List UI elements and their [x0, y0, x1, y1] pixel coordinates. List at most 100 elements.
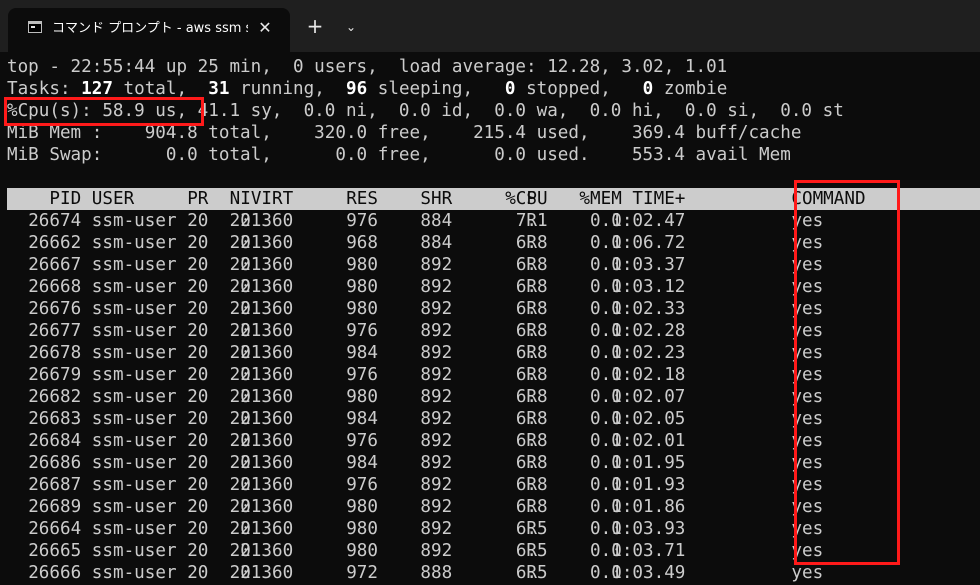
cell-pr: 20	[187, 277, 209, 297]
cell-shr: 892	[420, 475, 453, 495]
cell-cpu: 6.5	[515, 519, 548, 539]
table-row: 26689 ssm-user 20 0 221360 980 892 R 6.8 0.1 0:01.…	[7, 496, 980, 518]
cell-user: ssm-user	[91, 563, 177, 583]
cell-pid: 26667	[28, 255, 82, 275]
mem-line: MiB Mem : 904.8 total, 320.0 free, 215.4…	[7, 123, 802, 143]
terminal-output[interactable]: top - 22:55:44 up 25 min, 0 users, load …	[0, 52, 980, 585]
cell-user: ssm-user	[91, 233, 177, 253]
cell-virt: 221360	[229, 343, 294, 363]
tab-bar: コマンド プロンプト - aws ssm star ✕ + ⌄	[0, 0, 980, 52]
header-row: PID USER PR NI VIRT RES SHR S %CPU %MEM TIME+ COMMA…	[7, 188, 980, 210]
cell-cpu: 6.8	[515, 299, 548, 319]
cell-command: yes	[791, 343, 824, 363]
cell-user: ssm-user	[91, 475, 177, 495]
cell-pr: 20	[187, 387, 209, 407]
cell-res: 968	[346, 233, 378, 253]
cell-shr: 892	[420, 497, 453, 517]
cell-virt: 221360	[229, 431, 294, 451]
cell-pid: 26687	[28, 475, 82, 495]
cell-pr: 20	[187, 475, 209, 495]
cell-cpu: 7.1	[515, 211, 548, 231]
cell-virt: 221360	[229, 563, 294, 583]
chevron-down-icon[interactable]: ⌄	[338, 14, 364, 40]
cell-pr: 20	[187, 299, 209, 319]
cell-res: 976	[346, 211, 378, 231]
table-row: 26682 ssm-user 20 0 221360 980 892 R 6.8 0.1 0:02.…	[7, 386, 980, 408]
cell-pr: 20	[187, 365, 209, 385]
cell-shr: 892	[420, 343, 453, 363]
cell-user: ssm-user	[91, 541, 177, 561]
cell-pid: 26686	[28, 453, 82, 473]
cell-pr: 20	[187, 409, 209, 429]
header-virt: VIRT	[250, 189, 294, 209]
cpu-line: %Cpu(s): 58.9 us, 41.1 sy, 0.0 ni, 0.0 i…	[7, 101, 844, 121]
cell-shr: 884	[420, 233, 453, 253]
cell-shr: 892	[420, 255, 453, 275]
cell-command: yes	[791, 453, 824, 473]
cell-shr: 892	[420, 541, 453, 561]
cell-cpu: 6.8	[515, 387, 548, 407]
cell-pr: 20	[187, 541, 209, 561]
cell-cpu: 6.5	[515, 563, 548, 583]
table-row: 26678 ssm-user 20 0 221360 984 892 R 6.8 0.1 0:02.…	[7, 342, 980, 364]
cell-virt: 221360	[229, 299, 294, 319]
tab-title: コマンド プロンプト - aws ssm star	[52, 21, 248, 36]
cell-pid: 26683	[28, 409, 82, 429]
cell-command: yes	[791, 365, 824, 385]
cell-res: 976	[346, 475, 378, 495]
cell-res: 976	[346, 321, 378, 341]
table-row: 26667 ssm-user 20 0 221360 980 892 R 6.8 0.1 0:03.…	[7, 254, 980, 276]
cell-cpu: 6.8	[515, 233, 548, 253]
table-row: 26679 ssm-user 20 0 221360 976 892 R 6.8 0.1 0:02.…	[7, 364, 980, 386]
cell-pid: 26668	[28, 277, 82, 297]
cell-res: 980	[346, 255, 378, 275]
cell-pid: 26666	[28, 563, 82, 583]
cell-user: ssm-user	[91, 211, 177, 231]
cell-pid: 26682	[28, 387, 82, 407]
cell-cpu: 6.8	[515, 475, 548, 495]
cell-time: 0:03.12	[611, 277, 686, 297]
cell-time: 0:03.37	[611, 255, 686, 275]
uptime-line: top - 22:55:44 up 25 min, 0 users, load …	[7, 57, 728, 77]
cell-time: 0:03.93	[611, 519, 686, 539]
cell-user: ssm-user	[91, 453, 177, 473]
cell-time: 0:01.86	[611, 497, 686, 517]
cell-pid: 26679	[28, 365, 82, 385]
cell-virt: 221360	[229, 497, 294, 517]
cell-time: 0:02.05	[611, 409, 686, 429]
header-pr: PR	[187, 189, 209, 209]
new-tab-button[interactable]: +	[302, 14, 328, 40]
cell-command: yes	[791, 519, 824, 539]
cell-res: 984	[346, 453, 378, 473]
close-icon[interactable]: ✕	[254, 17, 276, 39]
header-pid: PID	[49, 189, 82, 209]
table-row: 26665 ssm-user 20 0 221360 980 892 R 6.5 0.1 0:03.…	[7, 540, 980, 562]
cell-cpu: 6.8	[515, 255, 548, 275]
cell-user: ssm-user	[91, 277, 177, 297]
cell-virt: 221360	[229, 365, 294, 385]
cell-user: ssm-user	[91, 299, 177, 319]
cell-virt: 221360	[229, 475, 294, 495]
cell-res: 976	[346, 431, 378, 451]
cell-pr: 20	[187, 233, 209, 253]
tasks-line: Tasks: 127 total, 31 running, 96 sleepin…	[7, 79, 728, 99]
cell-user: ssm-user	[91, 431, 177, 451]
table-row: 26666 ssm-user 20 0 221360 972 888 R 6.5 0.1 0:03.…	[7, 562, 980, 584]
cell-shr: 892	[420, 519, 453, 539]
cell-virt: 221360	[229, 541, 294, 561]
cell-command: yes	[791, 277, 824, 297]
cell-user: ssm-user	[91, 343, 177, 363]
cell-res: 980	[346, 299, 378, 319]
cell-pr: 20	[187, 211, 209, 231]
cell-shr: 892	[420, 387, 453, 407]
cell-shr: 892	[420, 409, 453, 429]
cell-res: 980	[346, 497, 378, 517]
cell-pr: 20	[187, 343, 209, 363]
terminal-window: コマンド プロンプト - aws ssm star ✕ + ⌄ top - 22…	[0, 0, 980, 585]
header-user: USER	[91, 189, 135, 209]
cell-pid: 26674	[28, 211, 82, 231]
cell-res: 976	[346, 365, 378, 385]
tab-command-prompt[interactable]: コマンド プロンプト - aws ssm star ✕	[8, 8, 290, 52]
cell-cpu: 6.5	[515, 541, 548, 561]
table-row: 26668 ssm-user 20 0 221360 980 892 R 6.8 0.1 0:03.…	[7, 276, 980, 298]
